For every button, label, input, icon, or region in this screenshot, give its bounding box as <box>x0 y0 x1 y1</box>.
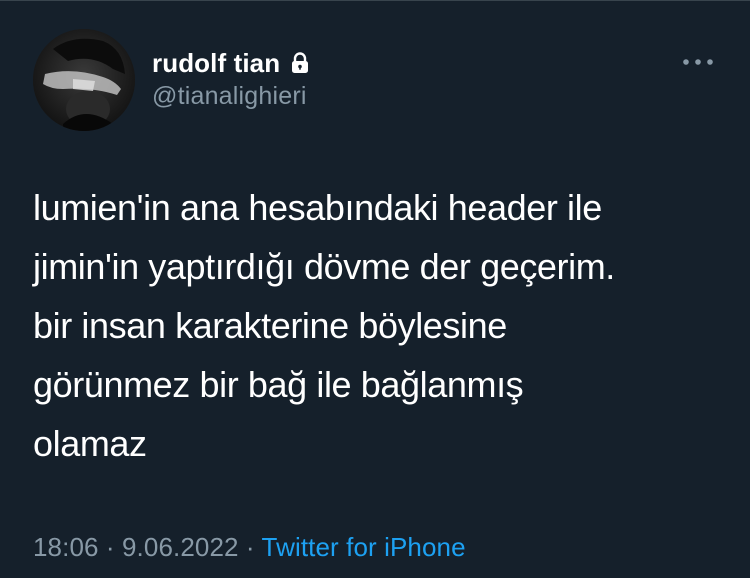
avatar[interactable] <box>33 29 135 131</box>
tweet-text-line: jimin'in yaptırdığı dövme der geçerim. <box>33 246 615 287</box>
avatar-photo <box>33 29 135 131</box>
tweet-metadata: 18:06 · 9.06.2022 · Twitter for iPhone <box>33 532 466 563</box>
tweet-date[interactable]: 9.06.2022 <box>122 532 239 562</box>
display-name[interactable]: rudolf tian <box>152 48 280 79</box>
more-horizontal-icon <box>683 59 713 65</box>
meta-separator: · <box>245 532 255 562</box>
tweet-source-link[interactable]: Twitter for iPhone <box>262 532 466 562</box>
user-name-row: rudolf tian <box>152 47 312 79</box>
lock-icon <box>288 51 312 75</box>
tweet-text-line: bir insan karakterine böylesine <box>33 305 507 346</box>
meta-separator: · <box>105 532 115 562</box>
user-handle[interactable]: @tianalighieri <box>152 82 307 111</box>
tweet-text-line: lumien'in ana hesabındaki header ile <box>33 187 602 228</box>
tweet-time[interactable]: 18:06 <box>33 532 99 562</box>
tweet-text-line: görünmez bir bağ ile bağlanmış <box>33 364 524 405</box>
top-divider <box>0 0 750 1</box>
tweet-text: lumien'in ana hesabındaki header ile jim… <box>33 178 723 473</box>
more-options-button[interactable] <box>678 48 718 76</box>
tweet-text-line: olamaz <box>33 423 147 464</box>
